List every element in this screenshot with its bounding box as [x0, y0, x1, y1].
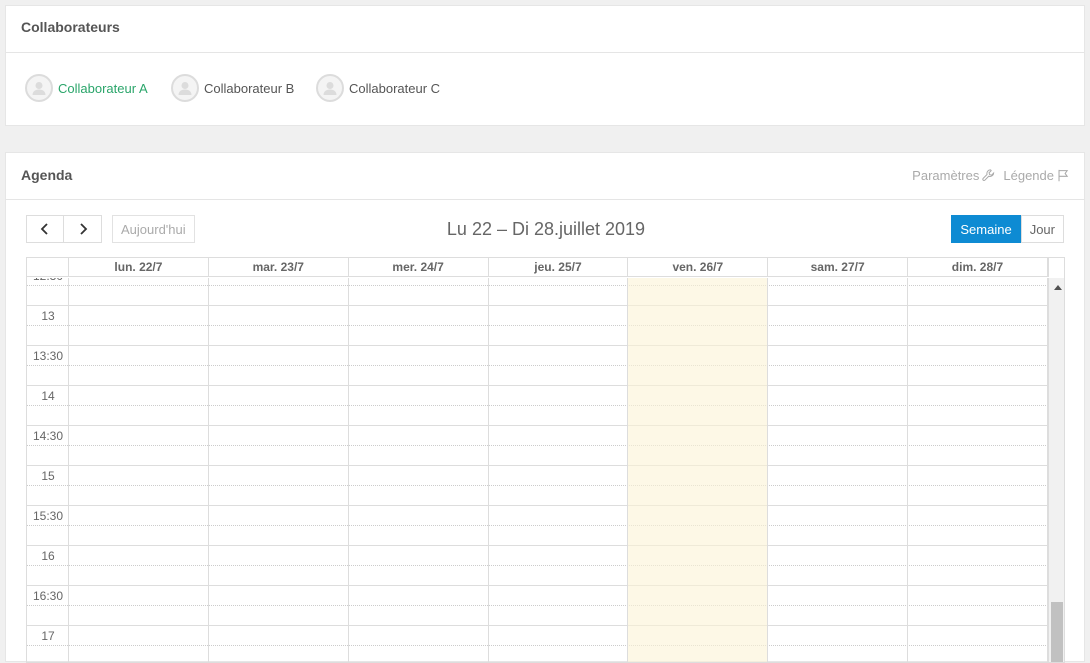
- scroll-up-arrow-icon[interactable]: [1049, 280, 1064, 294]
- agenda-title: Agenda: [21, 167, 73, 183]
- header-scroll-spacer: [1048, 258, 1064, 277]
- scroll-thumb[interactable]: [1051, 602, 1063, 662]
- time-slot[interactable]: 15:30: [27, 506, 1048, 526]
- day-header[interactable]: mer. 24/7: [349, 258, 489, 276]
- legend-link[interactable]: Légende: [1003, 168, 1070, 183]
- time-slot[interactable]: [27, 526, 1048, 546]
- week-calendar: lun. 22/7 mar. 23/7 mer. 24/7 jeu. 25/7 ven.…: [26, 257, 1065, 663]
- time-slot[interactable]: [27, 486, 1048, 506]
- collaborator-name: Collaborateur A: [58, 80, 148, 96]
- time-slot[interactable]: [27, 646, 1048, 662]
- day-header[interactable]: dim. 28/7: [908, 258, 1048, 276]
- time-label: 13: [41, 309, 55, 323]
- collaborator-b[interactable]: Collaborateur B: [171, 73, 294, 103]
- time-slot[interactable]: 12:30: [27, 278, 1048, 286]
- time-slot[interactable]: [27, 406, 1048, 426]
- flag-icon: [1058, 169, 1069, 182]
- day-header[interactable]: mar. 23/7: [209, 258, 349, 276]
- avatar-icon: [25, 74, 53, 102]
- avatar-icon: [171, 74, 199, 102]
- time-label: 14: [41, 389, 55, 403]
- time-label: 15:30: [32, 509, 64, 523]
- time-label: 16: [41, 549, 55, 563]
- avatar-icon: [316, 74, 344, 102]
- time-slot[interactable]: 16:30: [27, 586, 1048, 606]
- settings-label: Paramètres: [912, 168, 980, 183]
- time-slot[interactable]: [27, 326, 1048, 346]
- time-slot[interactable]: 14:30: [27, 426, 1048, 446]
- agenda-header-links: Paramètres Légende: [912, 168, 1070, 183]
- time-label: 14:30: [32, 429, 64, 443]
- legend-label: Légende: [1003, 168, 1054, 183]
- time-slot[interactable]: 15: [27, 466, 1048, 486]
- calendar-scrollbar[interactable]: [1048, 278, 1064, 662]
- time-slot[interactable]: 13: [27, 306, 1048, 326]
- time-axis-header: [27, 258, 69, 276]
- day-view-button[interactable]: Jour: [1020, 215, 1064, 243]
- time-slot[interactable]: 14: [27, 386, 1048, 406]
- collaborator-a[interactable]: Collaborateur A: [25, 73, 148, 103]
- time-slot[interactable]: [27, 286, 1048, 306]
- collaborator-c[interactable]: Collaborateur C: [316, 73, 440, 103]
- calendar-body[interactable]: 12:301313:301414:301515:301616:301717:30: [27, 278, 1048, 662]
- time-slot[interactable]: [27, 566, 1048, 586]
- time-label: 16:30: [32, 589, 64, 603]
- time-slot[interactable]: [27, 446, 1048, 466]
- settings-link[interactable]: Paramètres: [912, 168, 995, 183]
- time-slot[interactable]: [27, 366, 1048, 386]
- calendar-header: lun. 22/7 mar. 23/7 mer. 24/7 jeu. 25/7 ven.…: [27, 258, 1048, 277]
- time-label: 12:30: [27, 278, 69, 283]
- collaborators-panel: Collaborateurs Collaborateur A Collabora…: [5, 5, 1085, 126]
- day-header[interactable]: lun. 22/7: [69, 258, 209, 276]
- time-label: 15: [41, 469, 55, 483]
- time-slot[interactable]: 17: [27, 626, 1048, 646]
- time-label: 17: [41, 629, 55, 643]
- view-switcher: Semaine Jour: [951, 215, 1064, 243]
- divider: [6, 199, 1084, 200]
- divider: [6, 52, 1084, 53]
- date-range-title: Lu 22 – Di 28.juillet 2019: [446, 219, 646, 239]
- time-slot[interactable]: 13:30: [27, 346, 1048, 366]
- time-slot[interactable]: 16: [27, 546, 1048, 566]
- collaborator-name: Collaborateur C: [349, 80, 441, 96]
- time-slot[interactable]: [27, 606, 1048, 626]
- day-header[interactable]: sam. 27/7: [768, 258, 909, 276]
- time-label: 13:30: [32, 349, 64, 363]
- collaborators-title: Collaborateurs: [21, 19, 120, 35]
- week-view-button[interactable]: Semaine: [951, 215, 1021, 243]
- day-header[interactable]: ven. 26/7: [628, 258, 769, 276]
- time-slots: 12:301313:301414:301515:301616:301717:30: [27, 278, 1048, 662]
- wrench-icon: [982, 169, 995, 181]
- collaborator-name: Collaborateur B: [204, 80, 295, 96]
- agenda-panel: Agenda Paramètres Légende Aujourd'hui Lu…: [5, 152, 1085, 663]
- day-header[interactable]: jeu. 25/7: [489, 258, 629, 276]
